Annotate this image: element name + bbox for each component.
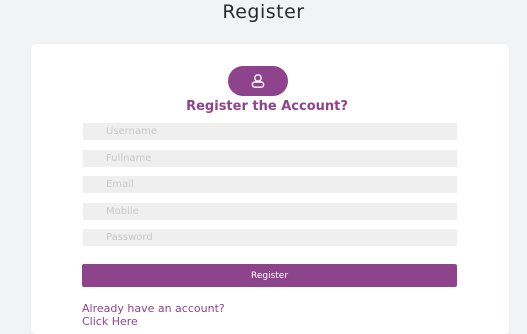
- fullname-field[interactable]: [83, 150, 457, 167]
- form-heading: Register the Account?: [186, 99, 348, 114]
- mobile-field[interactable]: [83, 203, 457, 220]
- login-link[interactable]: Already have an account? Click Here: [82, 302, 252, 328]
- register-card: Register the Account? Register Already h…: [31, 44, 509, 334]
- username-field[interactable]: [83, 123, 457, 140]
- register-button[interactable]: Register: [82, 264, 457, 287]
- email-field[interactable]: [83, 176, 457, 193]
- user-icon: [250, 73, 266, 89]
- avatar-badge: [228, 66, 288, 96]
- page-title: Register: [222, 1, 305, 23]
- password-field[interactable]: [83, 229, 457, 246]
